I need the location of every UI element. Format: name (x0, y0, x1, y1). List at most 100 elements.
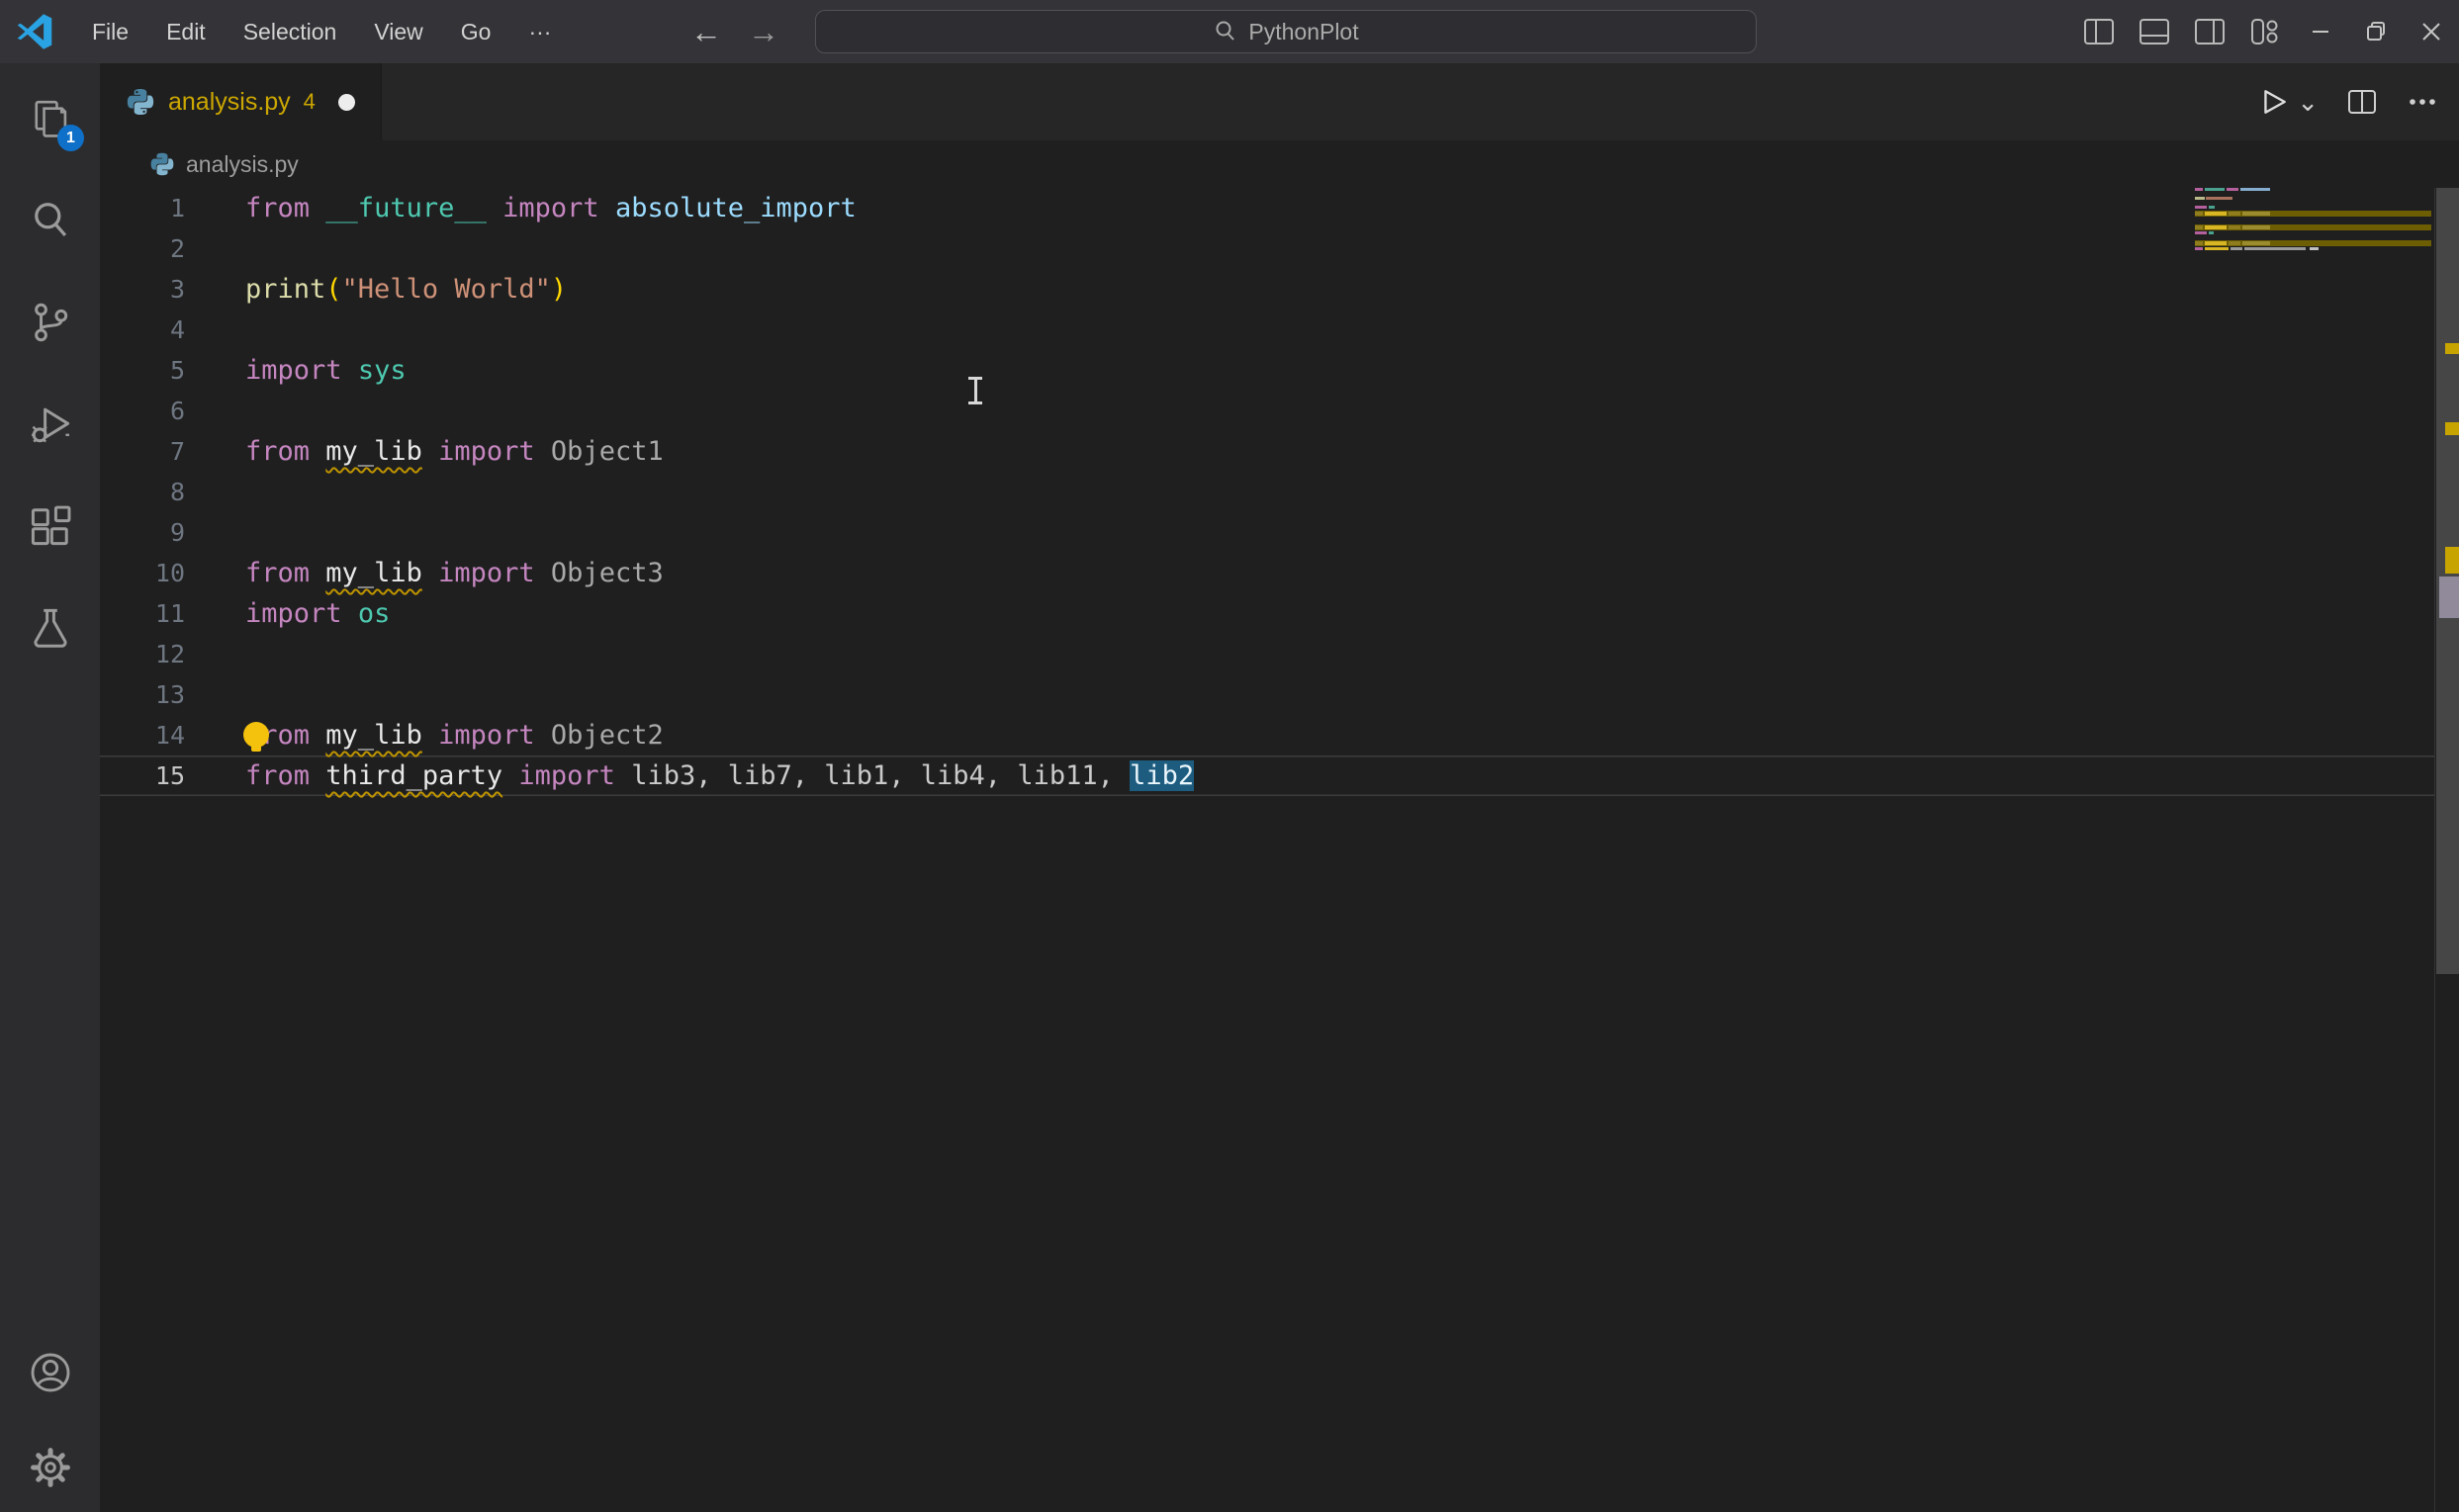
code-line[interactable]: 10 from my_lib import Object3 (100, 553, 2434, 593)
menu-edit[interactable]: Edit (147, 19, 225, 45)
code-line[interactable]: 4 (100, 310, 2434, 350)
python-file-icon (149, 151, 175, 177)
menu-go[interactable]: Go (442, 19, 510, 45)
mouse-ibeam-cursor (964, 377, 986, 404)
source-control-view-button[interactable] (0, 271, 100, 373)
close-window-button[interactable] (2404, 0, 2459, 63)
testing-view-button[interactable] (0, 577, 100, 678)
line-number: 15 (100, 756, 185, 796)
minimap[interactable] (2195, 188, 2431, 262)
settings-gear-button[interactable] (0, 1423, 100, 1512)
minimize-button[interactable] (2293, 0, 2348, 63)
run-dropdown-chevron-icon[interactable]: ⌄ (2297, 92, 2319, 112)
accounts-button[interactable] (0, 1321, 100, 1423)
minimap-row (2195, 211, 2431, 217)
minimap-row (2195, 206, 2215, 209)
minimap-row (2195, 224, 2431, 230)
search-icon (1213, 19, 1238, 44)
breadcrumbs: analysis.py (100, 140, 2459, 188)
code-line[interactable]: 12 (100, 634, 2434, 674)
code-line[interactable]: 2 (100, 228, 2434, 269)
tab-analysis-py[interactable]: analysis.py 4 (100, 63, 382, 140)
run-icon (2259, 87, 2289, 117)
line-number: 2 (100, 228, 185, 269)
code-line[interactable]: 13 (100, 674, 2434, 715)
customize-layout-button[interactable] (2237, 0, 2293, 63)
account-icon (27, 1349, 74, 1396)
python-file-icon (126, 87, 155, 117)
activity-bar: 1 (0, 63, 100, 1512)
line-number: 10 (100, 553, 185, 593)
editor-scrollbar[interactable] (2434, 188, 2459, 1512)
toggle-secondary-sidebar-button[interactable] (2182, 0, 2237, 63)
toggle-panel-button[interactable] (2127, 0, 2182, 63)
code-lines: 1from __future__ import absolute_import2… (100, 188, 2459, 796)
code-line[interactable]: 15 from third_party import lib3, lib7, li… (100, 756, 2434, 796)
code-text: print("Hello World") (245, 269, 567, 310)
line-number: 9 (100, 512, 185, 553)
line-number: 14 (100, 715, 185, 756)
code-line[interactable]: 6 (100, 391, 2434, 431)
overview-ruler-mark (2445, 547, 2459, 574)
breadcrumb-item-file[interactable]: analysis.py (186, 151, 299, 178)
forward-arrow-icon[interactable]: → (748, 14, 779, 50)
menu-more-icon[interactable]: ··· (509, 19, 570, 45)
code-line[interactable]: 14 from my_lib import Object2 (100, 715, 2434, 756)
title-bar: File Edit Selection View Go ··· ← → Pyth… (0, 0, 2459, 63)
code-line[interactable]: 1from __future__ import absolute_import (100, 188, 2434, 228)
search-view-button[interactable] (0, 169, 100, 271)
gear-icon (27, 1444, 74, 1491)
overview-ruler-mark (2439, 577, 2459, 618)
code-line[interactable]: 9 (100, 512, 2434, 553)
tab-warning-count: 4 (304, 89, 316, 115)
editor[interactable]: 1from __future__ import absolute_import2… (100, 188, 2459, 1512)
minimap-row (2195, 197, 2232, 200)
explorer-view-button[interactable]: 1 (0, 67, 100, 169)
code-text: import sys (245, 350, 407, 391)
debug-icon (28, 401, 73, 447)
line-number: 7 (100, 431, 185, 472)
minimap-row (2195, 231, 2214, 234)
line-number: 4 (100, 310, 185, 350)
split-editor-button[interactable] (2346, 88, 2378, 116)
back-arrow-icon[interactable]: ← (690, 14, 722, 50)
code-text: from third_party import lib3, lib7, lib1… (245, 756, 1194, 796)
line-number: 6 (100, 391, 185, 431)
restore-button[interactable] (2348, 0, 2404, 63)
line-number: 8 (100, 472, 185, 512)
line-number: 3 (100, 269, 185, 310)
code-line[interactable]: 11import os (100, 593, 2434, 634)
line-number: 1 (100, 188, 185, 228)
extensions-icon (28, 503, 73, 549)
explorer-badge: 1 (57, 125, 84, 151)
code-line[interactable]: 5 import sys (100, 350, 2434, 391)
toggle-primary-sidebar-button[interactable] (2071, 0, 2127, 63)
minimap-row (2195, 188, 2270, 191)
code-text: from my_lib import Object2 (245, 715, 664, 756)
menu-file[interactable]: File (73, 19, 147, 45)
tab-filename: analysis.py (168, 88, 291, 117)
code-line[interactable]: 7 from my_lib import Object1 (100, 431, 2434, 472)
lightbulb-icon[interactable] (241, 722, 271, 754)
more-actions-button[interactable] (2406, 88, 2439, 116)
command-center-search[interactable]: PythonPlot (815, 10, 1757, 53)
line-number: 5 (100, 350, 185, 391)
beaker-icon (28, 605, 73, 651)
extensions-view-button[interactable] (0, 475, 100, 577)
search-icon (28, 198, 73, 243)
vscode-logo-icon (16, 13, 53, 50)
code-text: from my_lib import Object3 (245, 553, 664, 593)
menu-view[interactable]: View (355, 19, 441, 45)
code-text: from my_lib import Object1 (245, 431, 664, 472)
line-number: 13 (100, 674, 185, 715)
line-number: 11 (100, 593, 185, 634)
line-number: 12 (100, 634, 185, 674)
overview-ruler-mark (2445, 422, 2459, 435)
run-python-file-button[interactable]: ⌄ (2259, 87, 2319, 117)
search-placeholder: PythonPlot (1248, 19, 1358, 45)
menu-selection[interactable]: Selection (225, 19, 356, 45)
modified-dot-icon[interactable] (338, 94, 355, 111)
code-line[interactable]: 8 (100, 472, 2434, 512)
run-and-debug-view-button[interactable] (0, 373, 100, 475)
code-line[interactable]: 3 print("Hello World") (100, 269, 2434, 310)
